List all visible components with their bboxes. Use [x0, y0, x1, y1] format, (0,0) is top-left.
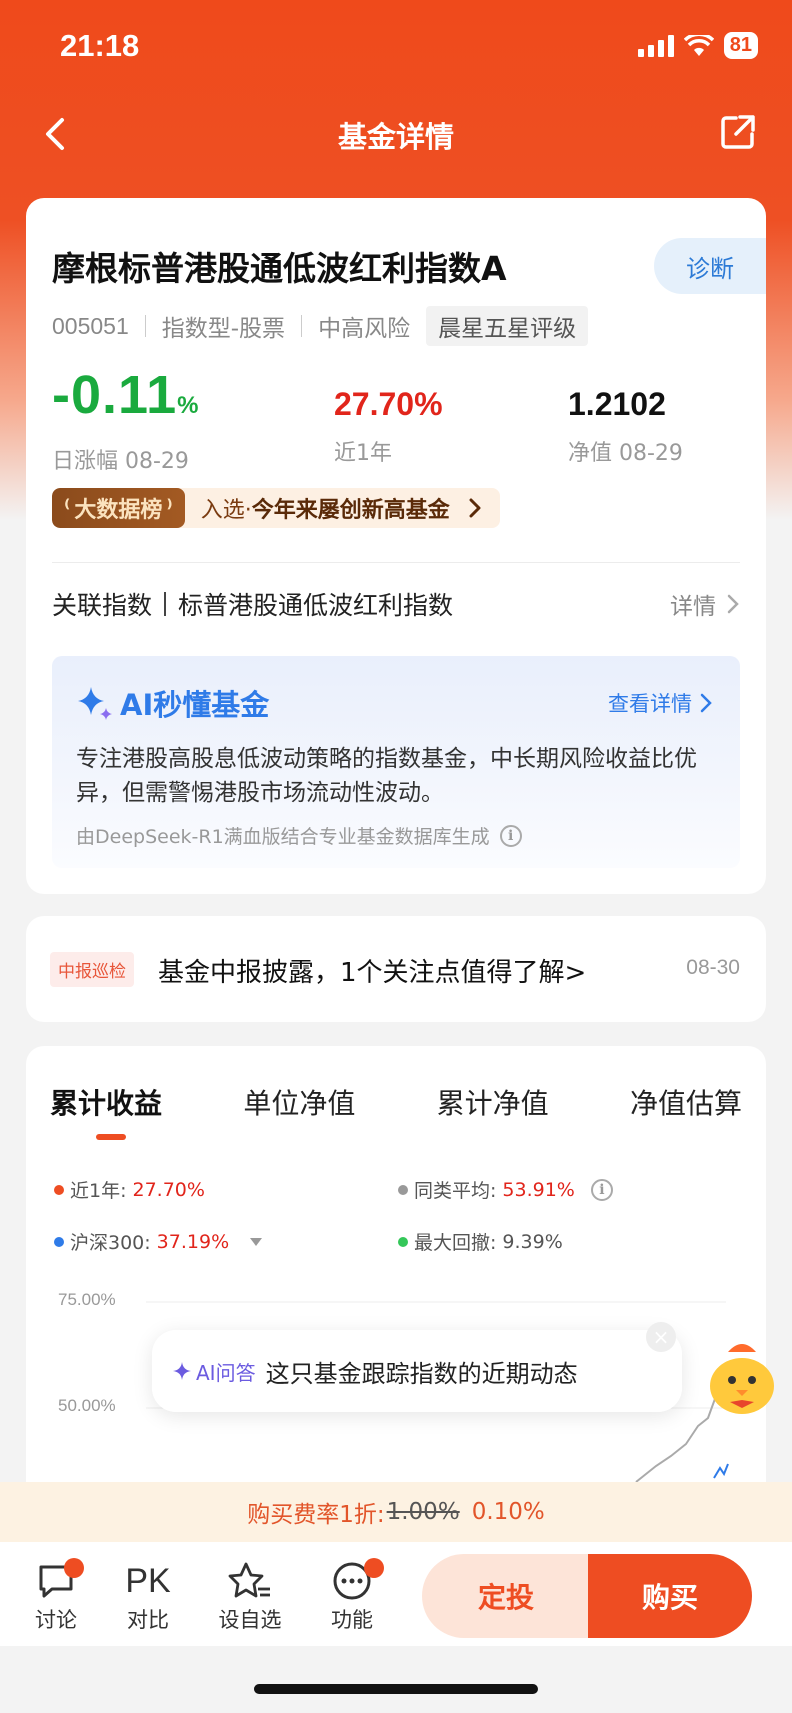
- ai-more-label: 查看详情: [608, 692, 692, 716]
- ai-question-popup[interactable]: AI问答 这只基金跟踪指数的近期动态 ×: [152, 1322, 682, 1412]
- add-watchlist-button[interactable]: 设自选: [210, 1558, 290, 1634]
- bigdata-highlight: 今年来屡创新高基金: [251, 498, 450, 523]
- signal-icon: [637, 34, 674, 57]
- report-tag: 中报巡检: [50, 952, 134, 987]
- ai-question-text: 这只基金跟踪指数的近期动态: [265, 1359, 578, 1388]
- wifi-icon: [683, 34, 714, 56]
- laurel-left-icon: ⁽: [64, 495, 71, 521]
- ai-qa-label: AI问答: [172, 1357, 256, 1386]
- detail-label: 详情: [670, 594, 716, 620]
- fee-discounted: 0.10%: [471, 1499, 545, 1525]
- star-list-icon: [228, 1562, 270, 1598]
- bottom-action-bar: 讨论 PK 对比 设自选 功能 定投 购买: [0, 1542, 792, 1646]
- notification-dot: [64, 1558, 84, 1578]
- fund-risk: 中高风险: [318, 316, 411, 342]
- bigdata-ranking-banner[interactable]: ⁽ 大数据榜 ⁾ 入选·今年来屡创新高基金: [52, 488, 500, 528]
- divider: [144, 315, 146, 337]
- close-icon[interactable]: ×: [646, 1322, 676, 1352]
- chart-plot: [146, 1301, 739, 1483]
- divider: [52, 562, 740, 563]
- nav-value: 1.2102: [568, 386, 666, 422]
- ai-summary-box: AI秒懂基金 查看详情 专注港股高股息低波动策略的指数基金，中长期风险收益比优异…: [52, 656, 740, 868]
- fee-bar: 购买费率1折: 1.00% 0.10%: [0, 1482, 792, 1542]
- discuss-label: 讨论: [35, 1608, 77, 1632]
- ai-more-link[interactable]: 查看详情: [608, 688, 712, 718]
- fund-code: 005051: [52, 312, 129, 339]
- status-bar: 21:18 81: [0, 0, 792, 100]
- chevron-right-icon: [700, 693, 712, 713]
- chevron-right-icon: [469, 498, 481, 518]
- bigdata-tag-label: 大数据榜: [74, 498, 163, 523]
- page-title: 基金详情: [337, 120, 454, 154]
- bigdata-tag: ⁽ 大数据榜 ⁾: [52, 488, 185, 528]
- fee-label: 购买费率1折:: [247, 1502, 385, 1528]
- ai-qa-label-text: AI问答: [196, 1360, 256, 1385]
- ai-summary-title: AI秒懂基金: [76, 682, 269, 724]
- fund-type: 指数型-股票: [161, 316, 286, 342]
- report-text: 基金中报披露，1个关注点值得了解>: [158, 958, 587, 988]
- laurel-right-icon: ⁾: [166, 495, 173, 521]
- year-return-metric: 27.70% 近1年: [334, 386, 443, 467]
- features-button[interactable]: 功能: [312, 1558, 392, 1634]
- watchlist-label: 设自选: [218, 1608, 282, 1632]
- year-return-label: 近1年: [334, 441, 392, 466]
- chevron-right-icon: [727, 594, 739, 614]
- features-label: 功能: [331, 1608, 373, 1632]
- related-index-label: 关联指数: [52, 591, 153, 620]
- diagnose-button[interactable]: 诊断: [654, 238, 766, 294]
- info-icon[interactable]: i: [499, 824, 522, 847]
- nav-bar: 基金详情: [0, 100, 792, 168]
- ai-title-text: AI秒懂基金: [120, 688, 270, 722]
- status-time: 21:18: [60, 28, 140, 63]
- notification-dot: [364, 1558, 384, 1578]
- auto-invest-button[interactable]: 定投: [422, 1554, 590, 1638]
- related-index-name: 标普港股通低波红利指数: [178, 591, 454, 620]
- ai-source: 由DeepSeek-R1满血版结合专业基金数据库生成 i: [76, 822, 522, 849]
- divider: [301, 315, 303, 337]
- home-indicator: [254, 1684, 538, 1694]
- related-index-detail[interactable]: 详情: [670, 587, 740, 621]
- fund-summary-card: 摩根标普港股通低波红利指数A 诊断 005051 指数型-股票 中高风险 晨星五…: [26, 198, 766, 894]
- daily-change-label: 日涨幅 08-29: [52, 449, 189, 474]
- year-return-value: 27.70%: [334, 386, 443, 422]
- status-icons: 81: [637, 32, 758, 59]
- daily-change-unit: %: [177, 392, 200, 419]
- ai-summary-text: 专注港股高股息低波动策略的指数基金，中长期风险收益比优异，但需警惕港股市场流动性…: [76, 746, 697, 806]
- sparkle-icon: [78, 687, 112, 720]
- mascot-chick-icon[interactable]: [700, 1330, 784, 1420]
- report-card[interactable]: 中报巡检 基金中报披露，1个关注点值得了解> 08-30: [26, 916, 766, 1022]
- report-date: 08-30: [686, 956, 740, 979]
- compare-button[interactable]: PK 对比: [108, 1558, 188, 1634]
- pk-icon: PK: [125, 1561, 171, 1600]
- battery-indicator: 81: [723, 32, 758, 59]
- bigdata-text: 入选·今年来屡创新高基金: [185, 492, 464, 524]
- discuss-button[interactable]: 讨论: [16, 1558, 96, 1634]
- sparkle-icon: [173, 1362, 191, 1380]
- performance-chart-card: 累计收益 单位净值 累计净值 净值估算 近1年: 27.70% 同类平均: 53.9…: [26, 1046, 766, 1546]
- share-icon[interactable]: [718, 112, 758, 152]
- ai-source-text: 由DeepSeek-R1满血版结合专业基金数据库生成: [76, 826, 490, 848]
- series-line-hs300: [713, 1463, 729, 1479]
- rating-badge: 晨星五星评级: [426, 306, 589, 346]
- buy-button[interactable]: 购买: [588, 1554, 752, 1638]
- daily-change-value: -0.11: [52, 365, 178, 425]
- nav-metric: 1.2102 净值 08-29: [568, 386, 683, 467]
- divider: [164, 592, 167, 616]
- bigdata-prefix: 入选·: [200, 498, 252, 523]
- related-index-row[interactable]: 关联指数 标普港股通低波红利指数 详情: [52, 586, 740, 622]
- daily-change-metric: -0.11% 日涨幅 08-29: [52, 368, 199, 475]
- nav-label: 净值 08-29: [568, 441, 683, 466]
- fee-original: 1.00%: [386, 1499, 460, 1525]
- fund-name: 摩根标普港股通低波红利指数A: [52, 249, 507, 288]
- compare-label: 对比: [127, 1608, 169, 1632]
- fund-meta: 005051 指数型-股票 中高风险 晨星五星评级: [52, 306, 589, 346]
